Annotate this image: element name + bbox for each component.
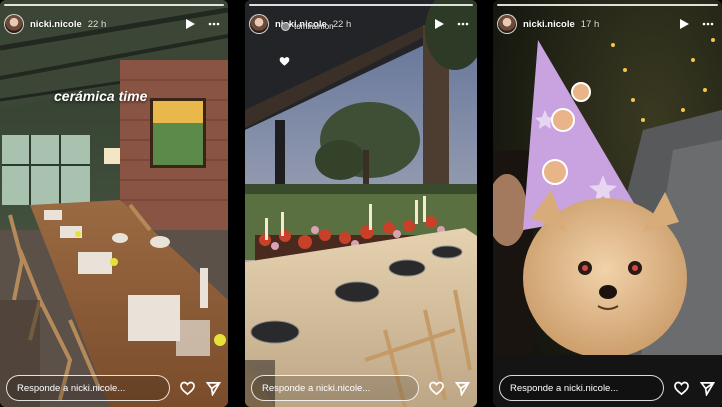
user-avatar[interactable] bbox=[497, 14, 517, 34]
story-card-2[interactable]: nicki.nicole 22 h tomiraimon Responde a … bbox=[245, 0, 477, 407]
more-options-icon[interactable] bbox=[206, 16, 222, 32]
send-icon[interactable] bbox=[204, 379, 222, 397]
story-photo-dog-party-hat bbox=[493, 0, 722, 407]
reply-input[interactable]: Responde a nicki.nicole... bbox=[251, 375, 419, 401]
play-icon[interactable] bbox=[182, 16, 198, 32]
play-icon[interactable] bbox=[676, 16, 692, 32]
story-footer: Responde a nicki.nicole... bbox=[6, 375, 222, 401]
heart-icon[interactable] bbox=[672, 379, 690, 397]
post-time: 17 h bbox=[580, 18, 600, 30]
user-avatar[interactable] bbox=[249, 14, 269, 34]
mention-username: tomiraimon bbox=[294, 22, 334, 31]
post-time: 22 h bbox=[87, 18, 107, 30]
story-footer: Responde a nicki.nicole... bbox=[499, 375, 716, 401]
heart-icon[interactable] bbox=[427, 379, 445, 397]
send-icon[interactable] bbox=[698, 379, 716, 397]
mention-tag[interactable]: tomiraimon bbox=[281, 22, 334, 31]
more-options-icon[interactable] bbox=[455, 16, 471, 32]
heart-sticker-icon bbox=[279, 57, 290, 66]
story-progress-bar bbox=[497, 4, 718, 6]
story-footer: Responde a nicki.nicole... bbox=[251, 375, 471, 401]
more-options-icon[interactable] bbox=[700, 16, 716, 32]
reply-input[interactable]: Responde a nicki.nicole... bbox=[499, 375, 664, 401]
heart-icon[interactable] bbox=[178, 379, 196, 397]
reply-input[interactable]: Responde a nicki.nicole... bbox=[6, 375, 170, 401]
story-caption: cerámica time bbox=[54, 88, 148, 104]
story-header: nicki.nicole 17 h bbox=[497, 12, 716, 36]
send-icon[interactable] bbox=[453, 379, 471, 397]
username[interactable]: nicki.nicole bbox=[523, 19, 575, 30]
story-photo-ceramics-table bbox=[0, 0, 228, 407]
user-avatar[interactable] bbox=[4, 14, 24, 34]
post-time: 22 h bbox=[332, 18, 352, 30]
mention-avatar bbox=[281, 22, 290, 31]
story-progress-bar bbox=[4, 4, 224, 6]
play-icon[interactable] bbox=[431, 16, 447, 32]
username[interactable]: nicki.nicole bbox=[30, 19, 82, 30]
story-card-1[interactable]: nicki.nicole 22 h cerámica time Responde… bbox=[0, 0, 228, 407]
story-progress-bar bbox=[249, 4, 473, 6]
story-card-3[interactable]: nicki.nicole 17 h Responde a nicki.nicol… bbox=[493, 0, 722, 407]
story-header: nicki.nicole 22 h bbox=[4, 12, 222, 36]
